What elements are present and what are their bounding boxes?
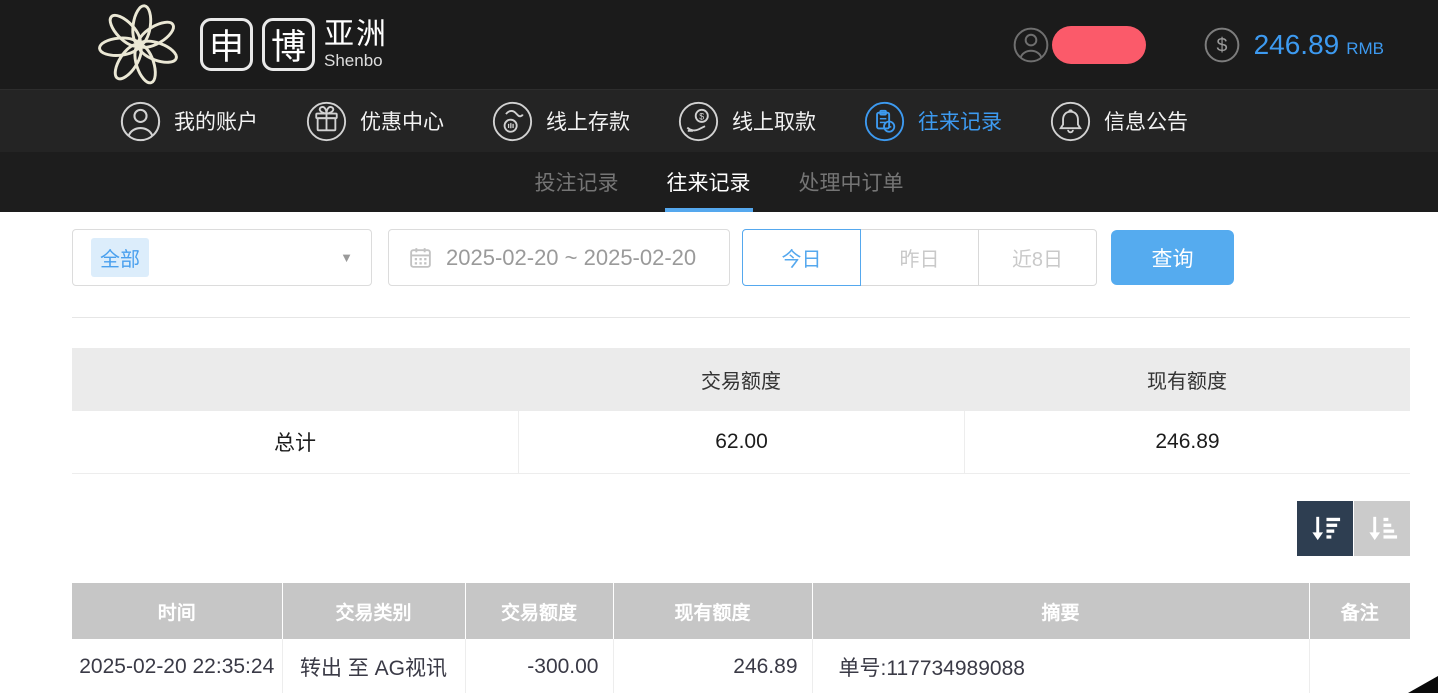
user-avatar-icon[interactable] xyxy=(1013,27,1049,63)
nav-label: 线上存款 xyxy=(546,106,630,136)
quick-range-last8days[interactable]: 近8日 xyxy=(978,229,1097,286)
sort-ascending-icon xyxy=(1365,511,1400,546)
brand-logo[interactable]: 申 博 亚洲 Shenbo xyxy=(92,2,388,88)
corner-artifact xyxy=(1408,676,1438,693)
record-amount: -300.00 xyxy=(465,639,613,693)
sort-ascending-button[interactable] xyxy=(1354,501,1410,556)
deposit-hand-coin-icon xyxy=(492,101,533,142)
col-header-type: 交易类别 xyxy=(282,583,465,639)
brand-char-1: 申 xyxy=(200,18,253,71)
dollar-coin-icon: $ xyxy=(1204,27,1240,63)
summary-total-amount: 62.00 xyxy=(518,411,964,473)
currency-label: RMB xyxy=(1346,39,1384,59)
svg-text:$: $ xyxy=(699,111,704,121)
nav-item-my-account[interactable]: 我的账户 xyxy=(120,101,258,142)
summary-total-label: 总计 xyxy=(72,411,518,473)
tab-transaction-records[interactable]: 往来记录 xyxy=(665,152,753,212)
date-range-value: 2025-02-20 ~ 2025-02-20 xyxy=(446,245,696,271)
section-divider xyxy=(72,317,1410,318)
record-type: 转出 至 AG视讯 xyxy=(282,639,465,693)
record-time: 2025-02-20 22:35:24 xyxy=(72,639,282,693)
tab-betting-records[interactable]: 投注记录 xyxy=(533,152,621,212)
username-redacted-pill[interactable] xyxy=(1052,26,1146,64)
col-header-balance: 现有额度 xyxy=(613,583,812,639)
nav-item-announcements[interactable]: 信息公告 xyxy=(1050,101,1188,142)
filter-row: 全部 ▼ 2025-02-20 ~ 2025-02-20 今日 xyxy=(72,228,1410,287)
records-table: 时间 交易类别 交易额度 现有额度 摘要 备注 2025-02-20 22:35… xyxy=(72,583,1410,693)
user-icon xyxy=(120,101,161,142)
nav-item-records[interactable]: 往来记录 xyxy=(864,101,1002,142)
summary-header-empty xyxy=(72,348,518,411)
brand-subtitle: Shenbo xyxy=(324,52,388,69)
svg-text:$: $ xyxy=(1216,34,1227,56)
brand-region: 亚洲 xyxy=(324,20,388,50)
records-header-row: 时间 交易类别 交易额度 现有额度 摘要 备注 xyxy=(72,583,1410,639)
withdraw-hand-dollar-icon: $ xyxy=(678,101,719,142)
summary-total-balance: 246.89 xyxy=(964,411,1410,473)
col-header-amount: 交易额度 xyxy=(465,583,613,639)
record-balance: 246.89 xyxy=(613,639,812,693)
col-header-note: 备注 xyxy=(1309,583,1410,639)
chevron-down-icon: ▼ xyxy=(340,250,353,265)
calendar-icon xyxy=(408,245,433,270)
nav-item-promotions[interactable]: 优惠中心 xyxy=(306,101,444,142)
sub-tab-bar: 投注记录 往来记录 处理中订单 xyxy=(0,152,1438,212)
tab-processing-orders[interactable]: 处理中订单 xyxy=(797,152,906,212)
summary-header-amount: 交易额度 xyxy=(518,348,964,411)
nav-label: 线上取款 xyxy=(732,106,816,136)
record-note xyxy=(1309,639,1410,693)
flower-logo-icon xyxy=(92,2,186,88)
col-header-time: 时间 xyxy=(72,583,282,639)
summary-total-row: 总计 62.00 246.89 xyxy=(72,411,1410,474)
type-selected-chip: 全部 xyxy=(91,238,149,277)
brand-characters: 申 博 xyxy=(200,18,315,71)
date-range-input[interactable]: 2025-02-20 ~ 2025-02-20 xyxy=(388,229,730,286)
summary-table: 交易额度 现有额度 总计 62.00 246.89 xyxy=(72,348,1410,474)
summary-header-row: 交易额度 现有额度 xyxy=(72,348,1410,411)
table-row: 2025-02-20 22:35:24 转出 至 AG视讯 -300.00 24… xyxy=(72,639,1410,693)
nav-item-withdraw[interactable]: $ 线上取款 xyxy=(678,101,816,142)
col-header-summary: 摘要 xyxy=(812,583,1309,639)
account-balance[interactable]: 246.89 xyxy=(1254,29,1340,61)
quick-range-group: 今日 昨日 近8日 xyxy=(742,229,1097,286)
record-summary: 单号:117734989088 xyxy=(812,639,1309,693)
content-area: 全部 ▼ 2025-02-20 ~ 2025-02-20 今日 xyxy=(0,212,1438,693)
summary-header-balance: 现有额度 xyxy=(964,348,1410,411)
bell-icon xyxy=(1050,101,1091,142)
sort-descending-icon xyxy=(1308,511,1343,546)
top-header: 申 博 亚洲 Shenbo $ 246.89 RMB xyxy=(0,0,1438,89)
sort-descending-button[interactable] xyxy=(1297,501,1353,556)
nav-label: 我的账户 xyxy=(174,106,258,136)
nav-label: 往来记录 xyxy=(918,106,1002,136)
quick-range-yesterday[interactable]: 昨日 xyxy=(860,229,979,286)
quick-range-today[interactable]: 今日 xyxy=(742,229,861,286)
main-nav: 我的账户 优惠中心 线上存款 xyxy=(0,89,1438,152)
records-clipboard-clock-icon xyxy=(864,101,905,142)
sort-controls xyxy=(72,501,1410,556)
nav-label: 信息公告 xyxy=(1104,106,1188,136)
gift-icon xyxy=(306,101,347,142)
brand-char-2: 博 xyxy=(262,18,315,71)
nav-label: 优惠中心 xyxy=(360,106,444,136)
search-button[interactable]: 查询 xyxy=(1111,230,1234,285)
nav-item-deposit[interactable]: 线上存款 xyxy=(492,101,630,142)
type-select[interactable]: 全部 ▼ xyxy=(72,229,372,286)
